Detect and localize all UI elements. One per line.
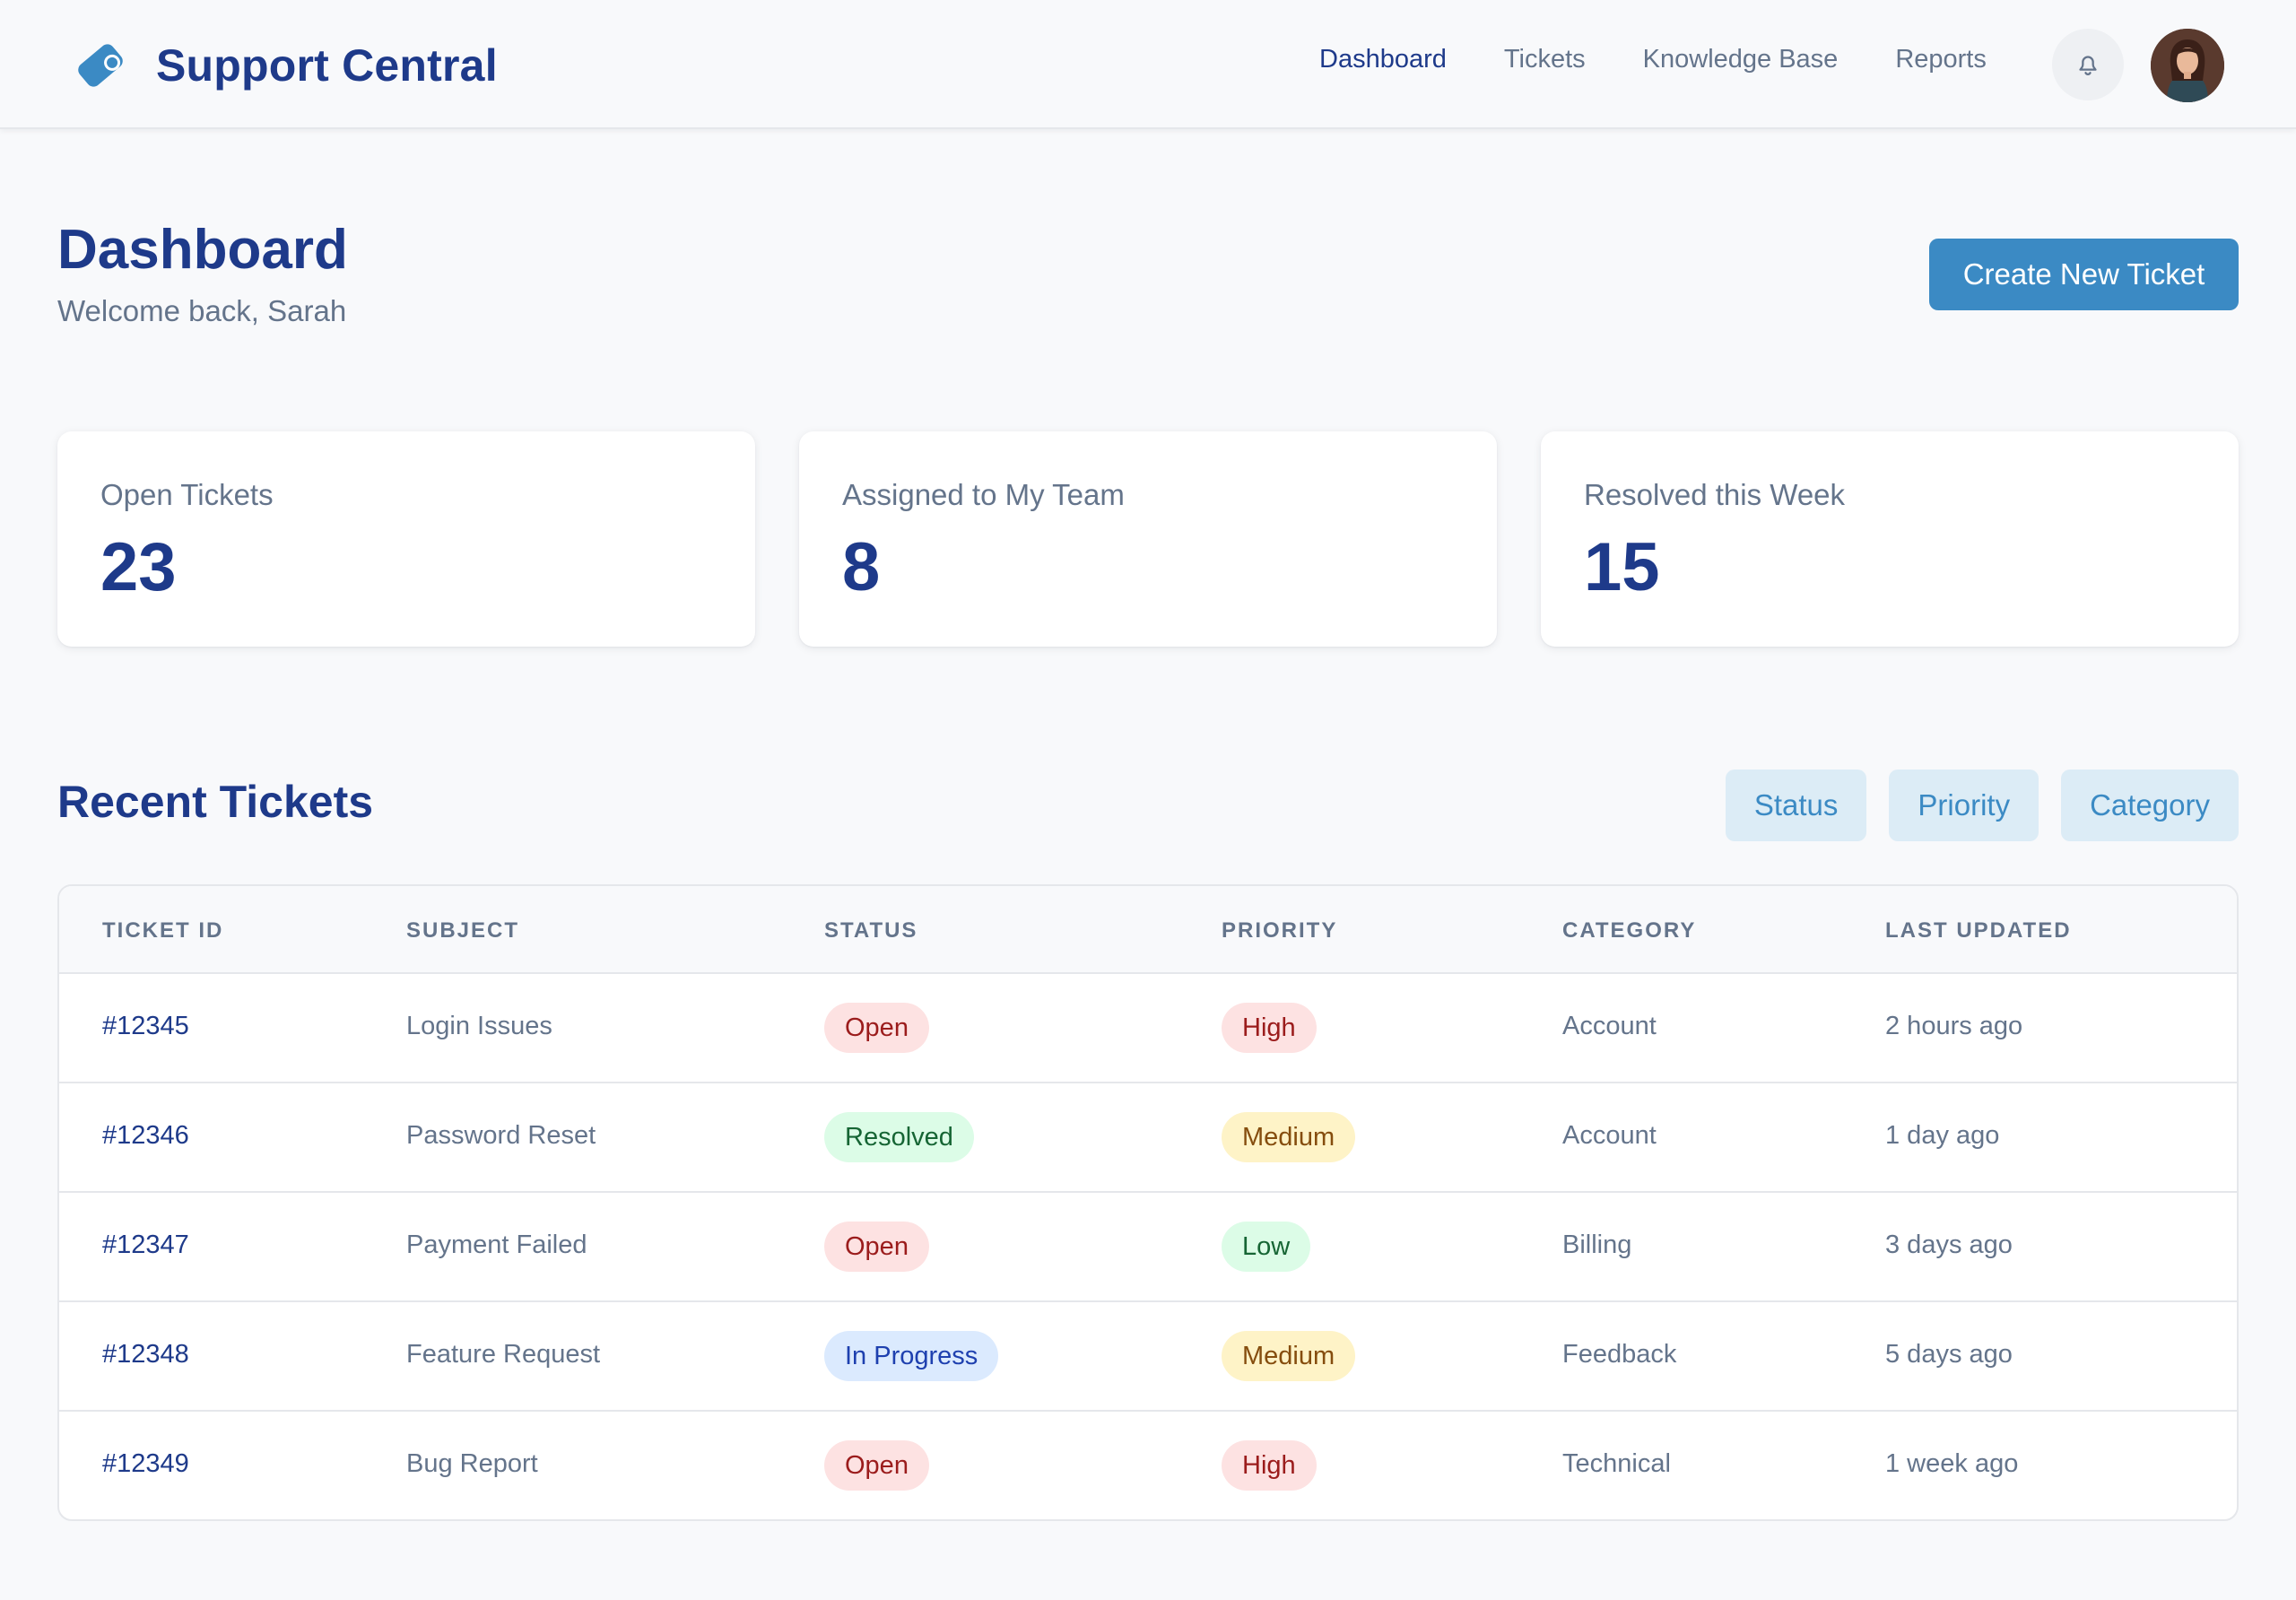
priority-badge: Medium <box>1222 1331 1356 1381</box>
stat-card-assigned-to-team: Assigned to My Team 8 <box>799 431 1497 647</box>
status-badge: Open <box>824 1003 929 1053</box>
filter-group: Status Priority Category <box>1703 770 2239 841</box>
column-header-priority[interactable]: PRIORITY <box>1222 918 1337 943</box>
stat-label: Assigned to My Team <box>842 478 1125 511</box>
priority-badge: Low <box>1222 1222 1311 1272</box>
bell-icon <box>2079 56 2097 75</box>
status-badge: Resolved <box>824 1112 974 1162</box>
ticket-subject: Password Reset <box>406 1121 596 1150</box>
table-header: TICKET ID SUBJECT STATUS PRIORITY CATEGO… <box>59 886 2237 974</box>
welcome-message: Welcome back, Sarah <box>57 294 347 327</box>
brand[interactable]: Support Central <box>72 34 498 97</box>
ticket-subject: Bug Report <box>406 1449 538 1478</box>
nav-knowledge-base[interactable]: Knowledge Base <box>1643 45 1839 74</box>
stat-card-resolved-this-week: Resolved this Week 15 <box>1541 431 2239 647</box>
ticket-subject: Feature Request <box>406 1340 601 1369</box>
ticket-last-updated: 1 day ago <box>1885 1121 2000 1150</box>
ticket-id[interactable]: #12345 <box>102 1012 189 1041</box>
table-row[interactable]: #12348 Feature Request In Progress Mediu… <box>59 1302 2237 1412</box>
ticket-subject: Login Issues <box>406 1012 552 1040</box>
priority-badge: Medium <box>1222 1112 1356 1162</box>
ticket-category: Account <box>1562 1121 1657 1150</box>
recent-tickets-title: Recent Tickets <box>57 777 374 827</box>
app-name: Support Central <box>156 40 498 91</box>
nav-reports[interactable]: Reports <box>1895 45 1987 74</box>
ticket-subject: Payment Failed <box>406 1230 587 1259</box>
filter-priority-button[interactable]: Priority <box>1889 770 2039 841</box>
column-header-subject[interactable]: SUBJECT <box>406 918 519 943</box>
avatar-image <box>2151 29 2224 102</box>
status-badge: Open <box>824 1222 929 1272</box>
table-row[interactable]: #12347 Payment Failed Open Low Billing 3… <box>59 1193 2237 1302</box>
table-row[interactable]: #12346 Password Reset Resolved Medium Ac… <box>59 1083 2237 1193</box>
nav-tickets[interactable]: Tickets <box>1504 45 1586 74</box>
ticket-id[interactable]: #12347 <box>102 1230 189 1260</box>
ticket-id[interactable]: #12346 <box>102 1121 189 1151</box>
user-avatar[interactable] <box>2151 29 2224 102</box>
column-header-ticket-id[interactable]: TICKET ID <box>102 918 223 943</box>
filter-status-button[interactable]: Status <box>1725 770 1867 841</box>
ticket-tag-icon <box>78 44 123 87</box>
ticket-last-updated: 2 hours ago <box>1885 1012 2023 1040</box>
priority-badge: High <box>1222 1003 1317 1053</box>
stat-label: Open Tickets <box>100 478 274 511</box>
column-header-category[interactable]: CATEGORY <box>1562 918 1696 943</box>
ticket-id[interactable]: #12349 <box>102 1449 189 1479</box>
stat-card-open-tickets: Open Tickets 23 <box>57 431 755 647</box>
top-navigation-bar: Support Central Dashboard Tickets Knowle… <box>0 0 2296 129</box>
column-header-status[interactable]: STATUS <box>824 918 918 943</box>
priority-badge: High <box>1222 1440 1317 1491</box>
recent-tickets-table: TICKET ID SUBJECT STATUS PRIORITY CATEGO… <box>57 884 2239 1521</box>
stat-label: Resolved this Week <box>1584 478 1846 511</box>
stat-value: 8 <box>842 529 881 605</box>
ticket-last-updated: 3 days ago <box>1885 1230 2013 1259</box>
page-title: Dashboard <box>57 219 348 281</box>
ticket-category: Technical <box>1562 1449 1671 1478</box>
ticket-last-updated: 1 week ago <box>1885 1449 2019 1478</box>
status-badge: Open <box>824 1440 929 1491</box>
main-nav: Dashboard Tickets Knowledge Base Reports <box>1319 45 2044 74</box>
nav-dashboard[interactable]: Dashboard <box>1319 45 1447 74</box>
status-badge: In Progress <box>824 1331 999 1381</box>
ticket-last-updated: 5 days ago <box>1885 1340 2013 1369</box>
stat-value: 15 <box>1584 529 1660 605</box>
create-new-ticket-button[interactable]: Create New Ticket <box>1929 239 2239 310</box>
ticket-category: Feedback <box>1562 1340 1677 1369</box>
ticket-category: Account <box>1562 1012 1657 1040</box>
table-row[interactable]: #12349 Bug Report Open High Technical 1 … <box>59 1412 2237 1519</box>
stat-value: 23 <box>100 529 177 605</box>
table-row[interactable]: #12345 Login Issues Open High Account 2 … <box>59 974 2237 1083</box>
filter-category-button[interactable]: Category <box>2061 770 2239 841</box>
column-header-last-updated[interactable]: LAST UPDATED <box>1885 918 2072 943</box>
ticket-category: Billing <box>1562 1230 1632 1259</box>
ticket-id[interactable]: #12348 <box>102 1340 189 1370</box>
notifications-button[interactable] <box>2052 29 2124 100</box>
